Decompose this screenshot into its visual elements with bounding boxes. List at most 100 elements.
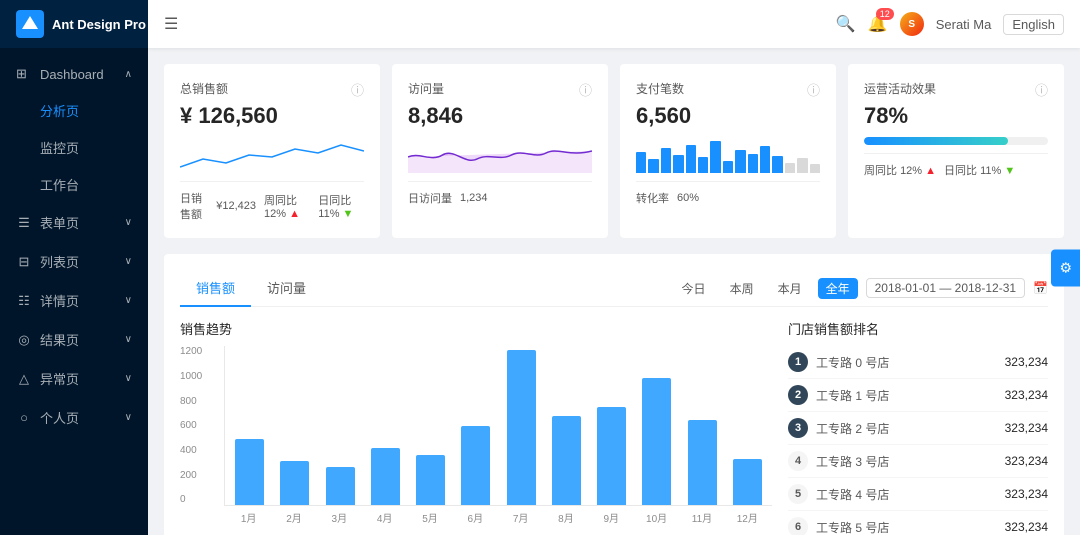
y-label-800: 800 xyxy=(180,396,216,407)
ranking-item-3: 3 工专路 2 号店 323,234 xyxy=(788,412,1048,445)
visits-footer-value: 1,234 xyxy=(460,192,488,204)
tab-sales[interactable]: 销售额 xyxy=(180,270,251,307)
menu-toggle-icon[interactable]: ☰ xyxy=(164,14,178,34)
detail-icon: ☷ xyxy=(16,293,32,309)
activity-info-icon[interactable]: ⓘ xyxy=(1035,80,1048,99)
week-up-icon: ▲ xyxy=(289,208,300,220)
result-icon: ◎ xyxy=(16,332,32,348)
x-label-4: 4月 xyxy=(364,506,405,525)
sidebar-item-workspace[interactable]: 工作台 xyxy=(0,166,148,203)
sidebar: Ant Design Pro ⊞ Dashboard ∧ 分析页 监控页 工作台 xyxy=(0,0,148,535)
exception-label: 异常页 xyxy=(40,369,79,388)
date-range-picker[interactable]: 2018-01-01 — 2018-12-31 xyxy=(866,278,1025,298)
payments-footer-value: 60% xyxy=(677,192,699,204)
x-label-5: 5月 xyxy=(409,506,450,525)
payments-footer-label: 转化率 xyxy=(636,190,669,206)
result-arrow: ∨ xyxy=(125,334,132,345)
workspace-label: 工作台 xyxy=(40,175,79,194)
x-axis-labels: 1月 2月 3月 4月 5月 6月 7月 8月 9月 10月 11月 xyxy=(224,506,772,525)
sales-chart-section: 销售额 访问量 今日 本周 本月 全年 2018-01-01 — 2018-12… xyxy=(164,254,1064,535)
sidebar-item-list[interactable]: ⊟ 列表页 ∨ xyxy=(0,242,148,281)
x-label-3: 3月 xyxy=(319,506,360,525)
total-sales-footer: 日销售额 ¥12,423 周同比 12% ▲ 日同比 11% ▼ xyxy=(180,181,364,222)
filter-today[interactable]: 今日 xyxy=(674,278,714,299)
user-name[interactable]: Serati Ma xyxy=(936,17,992,32)
form-label: 表单页 xyxy=(40,213,79,232)
nav-group-dashboard: ⊞ Dashboard ∧ 分析页 监控页 工作台 xyxy=(0,56,148,203)
bar-chart-container: 销售趋势 0 200 400 600 800 1000 1200 xyxy=(180,319,772,535)
x-label-9: 9月 xyxy=(591,506,632,525)
sidebar-item-result[interactable]: ◎ 结果页 ∨ xyxy=(0,320,148,359)
user-avatar: S xyxy=(900,12,924,36)
payments-value: 6,560 xyxy=(636,103,820,129)
total-sales-symbol: ¥ xyxy=(180,103,198,128)
form-arrow: ∨ xyxy=(125,217,132,228)
result-label: 结果页 xyxy=(40,330,79,349)
total-sales-chart xyxy=(180,137,364,173)
search-icon[interactable]: 🔍 xyxy=(836,14,856,34)
visits-label: 访问量 xyxy=(408,80,444,97)
bar-nov xyxy=(682,346,723,505)
rank-value-2: 323,234 xyxy=(1005,388,1048,402)
rank-num-2: 2 xyxy=(788,385,808,405)
visits-info-icon[interactable]: ⓘ xyxy=(579,80,592,99)
dashboard-icon: ⊞ xyxy=(16,66,32,82)
chart-filters: 今日 本周 本月 全年 2018-01-01 — 2018-12-31 📅 xyxy=(674,278,1048,299)
sidebar-item-form[interactable]: ☰ 表单页 ∨ xyxy=(0,203,148,242)
rank-num-3: 3 xyxy=(788,418,808,438)
dashboard-arrow: ∧ xyxy=(125,69,132,80)
total-sales-footer-value: ¥12,423 xyxy=(216,200,256,212)
filter-week[interactable]: 本周 xyxy=(722,278,762,299)
notification-badge: 12 xyxy=(876,8,894,20)
x-label-8: 8月 xyxy=(545,506,586,525)
settings-button[interactable]: ⚙ xyxy=(1051,249,1080,286)
bar-oct xyxy=(636,346,677,505)
rank-num-6: 6 xyxy=(788,517,808,535)
bar-chart-main: 1月 2月 3月 4月 5月 6月 7月 8月 9月 10月 11月 xyxy=(224,346,772,525)
rank-name-2: 工专路 1 号店 xyxy=(816,387,1005,404)
bar-jul xyxy=(501,346,542,505)
y-label-600: 600 xyxy=(180,420,216,431)
bar-chart-with-yaxis: 0 200 400 600 800 1000 1200 xyxy=(180,346,772,525)
tab-visits[interactable]: 访问量 xyxy=(251,270,322,307)
day-down-icon: ▼ xyxy=(343,208,354,220)
ranking-section: 门店销售额排名 1 工专路 0 号店 323,234 2 工专路 1 号店 32… xyxy=(788,319,1048,535)
sidebar-item-detail[interactable]: ☷ 详情页 ∨ xyxy=(0,281,148,320)
chart-tabs-header: 销售额 访问量 今日 本周 本月 全年 2018-01-01 — 2018-12… xyxy=(180,270,1048,307)
personal-label: 个人页 xyxy=(40,408,79,427)
bar-apr xyxy=(365,346,406,505)
sidebar-item-personal[interactable]: ○ 个人页 ∨ xyxy=(0,398,148,437)
y-label-400: 400 xyxy=(180,445,216,456)
total-sales-label: 总销售额 xyxy=(180,80,228,97)
rank-num-4: 4 xyxy=(788,451,808,471)
list-arrow: ∨ xyxy=(125,256,132,267)
language-button[interactable]: English xyxy=(1003,14,1064,35)
ranking-item-6: 6 工专路 5 号店 323,234 xyxy=(788,511,1048,535)
sidebar-item-exception[interactable]: △ 异常页 ∨ xyxy=(0,359,148,398)
payments-chart xyxy=(636,137,820,173)
payments-info-icon[interactable]: ⓘ xyxy=(807,80,820,99)
topbar: ☰ 🔍 🔔 12 S Serati Ma English xyxy=(148,0,1080,48)
bar-jun xyxy=(455,346,496,505)
sidebar-item-analysis[interactable]: 分析页 xyxy=(0,92,148,129)
personal-icon: ○ xyxy=(16,410,32,425)
visits-chart xyxy=(408,137,592,173)
rank-num-1: 1 xyxy=(788,352,808,372)
form-icon: ☰ xyxy=(16,215,32,231)
nav-item-dashboard[interactable]: ⊞ Dashboard ∧ xyxy=(0,56,148,92)
calendar-icon[interactable]: 📅 xyxy=(1033,281,1048,295)
page-content: 总销售额 ⓘ ¥ 126,560 日销售额 ¥12,423 周同比 12% ▲ … xyxy=(148,48,1080,535)
filter-year[interactable]: 全年 xyxy=(818,278,858,299)
rank-name-1: 工专路 0 号店 xyxy=(816,354,1005,371)
bar-jan xyxy=(229,346,270,505)
total-sales-value: ¥ 126,560 xyxy=(180,103,364,129)
sidebar-item-monitor[interactable]: 监控页 xyxy=(0,129,148,166)
filter-month[interactable]: 本月 xyxy=(770,278,810,299)
total-sales-info-icon[interactable]: ⓘ xyxy=(351,80,364,99)
rank-name-5: 工专路 4 号店 xyxy=(816,486,1005,503)
sidebar-logo: Ant Design Pro xyxy=(0,0,148,48)
monitor-label: 监控页 xyxy=(40,138,79,157)
x-label-11: 11月 xyxy=(681,506,722,525)
bell-icon[interactable]: 🔔 12 xyxy=(868,14,888,34)
rank-value-3: 323,234 xyxy=(1005,421,1048,435)
